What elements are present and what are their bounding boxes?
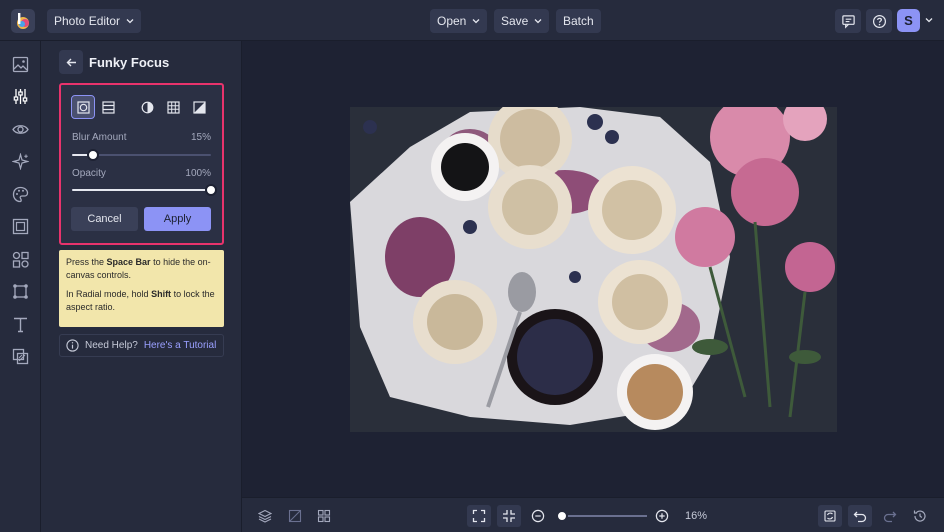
compare-icon [288, 509, 302, 523]
eye-icon[interactable] [12, 121, 29, 138]
radial-focus-button[interactable] [71, 95, 95, 119]
focus-controls-box: Blur Amount 15% Opacity 100% Cancel Appl… [59, 83, 224, 245]
cancel-button[interactable]: Cancel [71, 207, 138, 231]
shift-key: Shift [151, 289, 172, 299]
actual-size-button[interactable] [497, 505, 521, 527]
history-button[interactable] [910, 506, 930, 526]
history-icon [913, 510, 926, 522]
shrink-icon [503, 510, 515, 522]
undo-icon [853, 511, 867, 523]
help-icon [872, 14, 886, 28]
tip-space-bar: Press the Space Bar to hide the on-canva… [66, 257, 211, 280]
overlay-icon[interactable] [12, 348, 29, 365]
frame-icon[interactable] [12, 218, 29, 235]
blur-amount-slider[interactable] [72, 149, 211, 161]
blur-amount-label: Blur Amount [72, 132, 127, 143]
photo-editor-label: Photo Editor [54, 14, 121, 28]
zoom-level: 16% [685, 510, 708, 522]
arrow-left-icon [66, 58, 76, 66]
tool-rail [0, 41, 41, 532]
contrast-button[interactable] [136, 96, 158, 118]
save-label: Save [501, 14, 529, 28]
chevron-down-icon [472, 19, 480, 24]
top-bar: Photo Editor Open Save Batch S [0, 0, 944, 41]
sparkle-icon[interactable] [12, 153, 29, 170]
apply-button[interactable]: Apply [144, 207, 211, 231]
opacity-handle[interactable] [205, 184, 217, 196]
fit-to-screen-button[interactable] [467, 505, 491, 527]
help-row: Need Help? Here's a Tutorial [59, 334, 224, 357]
tip-box: Press the Space Bar to hide the on-canva… [59, 250, 224, 327]
chevron-down-icon [126, 19, 134, 24]
zoom-in-icon [655, 509, 669, 523]
photo-editor-menu[interactable]: Photo Editor [47, 9, 142, 33]
batch-label: Batch [563, 14, 594, 28]
compare-button[interactable] [285, 506, 305, 526]
zoom-slider[interactable] [556, 510, 647, 522]
layers-button[interactable] [255, 506, 275, 526]
photo-image [350, 107, 837, 432]
chevron-down-icon [534, 19, 542, 24]
space-bar-key: Space Bar [106, 257, 151, 267]
expand-icon [472, 509, 486, 523]
need-help-text: Need Help? [85, 340, 138, 351]
zoom-handle[interactable] [556, 510, 568, 522]
redo-icon [883, 511, 897, 523]
opacity-value: 100% [185, 168, 211, 179]
image-icon[interactable] [12, 56, 29, 73]
chevron-down-icon[interactable] [925, 16, 933, 24]
batch-button[interactable]: Batch [556, 9, 601, 33]
linear-focus-button[interactable] [97, 96, 119, 118]
palette-icon[interactable] [12, 186, 29, 203]
grid-icon [166, 100, 180, 114]
open-menu[interactable]: Open [430, 9, 488, 33]
info-icon [66, 339, 79, 352]
tip-shift: In Radial mode, hold Shift to lock the a… [66, 289, 215, 312]
zoom-in-button[interactable] [652, 506, 672, 526]
feedback-button[interactable] [835, 9, 861, 33]
opacity-slider[interactable] [72, 184, 217, 196]
photo[interactable] [350, 107, 837, 432]
refresh-icon [824, 510, 836, 522]
zoom-out-icon [531, 509, 545, 523]
app-logo-icon[interactable] [11, 9, 35, 33]
user-avatar[interactable]: S [897, 9, 920, 32]
reset-button[interactable] [818, 505, 842, 527]
zoom-out-button[interactable] [528, 506, 548, 526]
image-adjust-icon [192, 100, 206, 114]
back-button[interactable] [59, 50, 83, 74]
chat-icon [841, 14, 855, 29]
blur-amount-value: 15% [190, 132, 211, 143]
grid-view-button[interactable] [314, 506, 334, 526]
bottom-bar: 16% [242, 497, 944, 532]
help-button[interactable] [866, 9, 892, 33]
layers-icon [258, 509, 272, 523]
blur-amount-handle[interactable] [86, 149, 99, 161]
opacity-label: Opacity [72, 168, 106, 179]
texture-icon[interactable] [12, 283, 29, 300]
adjustments-icon[interactable] [12, 88, 29, 105]
text-icon[interactable] [12, 316, 29, 333]
funky-focus-panel: Funky Focus Blur Amount 15% Opacity 100% [41, 41, 242, 532]
image-adjust-button[interactable] [188, 96, 210, 118]
open-label: Open [437, 14, 467, 28]
grid-button[interactable] [162, 96, 184, 118]
editor-canvas[interactable] [242, 41, 944, 497]
linear-focus-icon [101, 100, 115, 114]
undo-button[interactable] [848, 505, 872, 527]
contrast-icon [141, 101, 153, 113]
opacity-fill [72, 189, 211, 191]
radial-focus-icon [76, 100, 90, 114]
save-menu[interactable]: Save [494, 9, 550, 33]
redo-button[interactable] [880, 506, 900, 526]
grid-view-icon [317, 509, 331, 523]
panel-title: Funky Focus [89, 55, 170, 70]
tutorial-link[interactable]: Here's a Tutorial [144, 340, 217, 351]
graphics-icon[interactable] [12, 251, 29, 268]
